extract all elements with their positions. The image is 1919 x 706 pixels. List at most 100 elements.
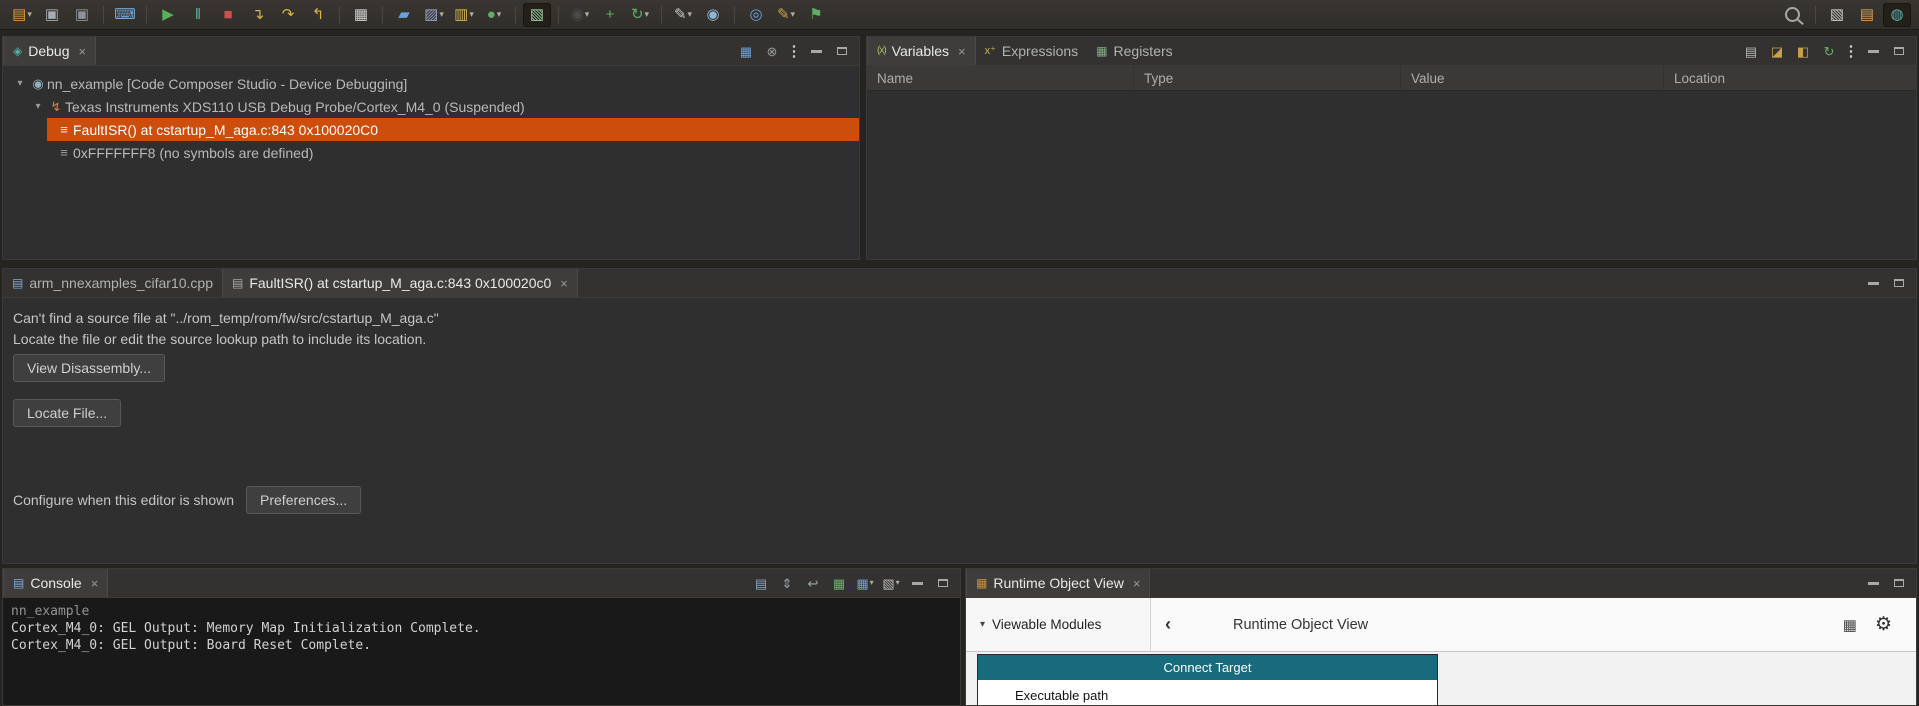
tab-editor-cifar10[interactable]: ▤ arm_nnexamples_cifar10.cpp [3,269,222,297]
step-into-icon[interactable]: ↴ [244,3,272,27]
tree-row-label: nn_example [Code Composer Studio - Devic… [47,75,408,92]
debug-perspective-icon[interactable]: ◍ [1883,2,1911,27]
maximize-icon[interactable] [830,40,854,62]
step-over-icon[interactable]: ↷ [274,3,302,27]
maximize-icon[interactable] [1887,272,1911,294]
flag-icon[interactable]: ⚑ [802,3,830,27]
chevron-down-icon: ▾ [869,578,874,587]
clear-console-icon[interactable]: ▦ [827,572,851,594]
display-console-icon[interactable]: ▦ ▾ [853,572,877,594]
tree-row-core[interactable]: ▾ ↯ Texas Instruments XDS110 USB Debug P… [3,95,859,118]
target-config-icon[interactable]: ▰ [390,3,418,27]
probe-icon[interactable]: ◉ ▾ [566,3,594,27]
tree-row-stack-frame-selected[interactable]: ≡ FaultISR() at cstartup_M_aga.c:843 0x1… [47,118,859,141]
preferences-button[interactable]: Preferences... [246,486,362,514]
pin-console-icon[interactable]: ▤ [749,572,773,594]
column-header-location[interactable]: Location [1664,66,1916,90]
tree-row-launch[interactable]: ▾ ◉ nn_example [Code Composer Studio - D… [3,72,859,95]
expand-arrow-icon[interactable]: ▾ [11,78,29,89]
tab-console[interactable]: ▤ Console × [3,569,109,597]
rov-header-icons: ▦ ⚙ [1843,613,1916,636]
expressions-icon: x⁺ [984,44,996,57]
tab-registers[interactable]: ▦ Registers [1087,37,1181,65]
debug-panel: ◈ Debug × ▦ ⊗ ⋮ ▾ ◉ nn_example [Code Comp… [2,36,860,260]
suspend-icon[interactable]: ‖ [184,3,212,27]
minimize-icon[interactable] [1861,272,1885,294]
open-console-icon[interactable]: ▧ ▾ [879,572,903,594]
minimize-icon[interactable] [1861,572,1885,594]
minimize-icon[interactable] [804,40,828,62]
terminate-icon[interactable]: ■ [214,3,242,27]
grid-view-icon[interactable]: ▦ [1843,616,1857,634]
close-icon[interactable]: × [91,576,99,591]
close-icon[interactable]: × [560,276,568,291]
tab-runtime-object-view[interactable]: ▦ Runtime Object View × [966,569,1151,597]
save-icon[interactable]: ▣ [38,3,66,27]
maximize-icon[interactable] [1887,40,1911,62]
terminal-icon[interactable]: ⌨ [111,3,139,27]
edit-perspective-icon[interactable]: ▤ [1853,3,1881,27]
profile-icon[interactable]: ● ▾ [480,3,508,27]
word-wrap-icon[interactable]: ↩ [801,572,825,594]
close-icon[interactable]: × [1133,576,1141,591]
resume-icon[interactable]: ▶ [154,3,182,27]
source-not-found-view: Can't find a source file at "../rom_temp… [3,298,1916,563]
toolbar-separator [1815,5,1816,24]
rov-row-executable-path[interactable]: Executable path [978,680,1437,705]
connect-target-icon[interactable]: ▧ [523,2,551,27]
tree-row-stack-frame[interactable]: ≡ 0xFFFFFFF8 (no symbols are defined) [47,141,859,164]
show-columns-icon[interactable]: ▤ [1739,40,1763,62]
console-output[interactable]: nn_example Cortex_M4_0: GEL Output: Memo… [3,598,960,705]
remove-terminated-icon[interactable]: ⊗ [760,40,784,62]
tab-debug[interactable]: ◈ Debug × [3,37,97,65]
minimize-icon[interactable] [1861,40,1885,62]
view-disassembly-button[interactable]: View Disassembly... [13,354,165,382]
tab-variables[interactable]: (x) Variables × [867,37,976,65]
open-perspective-icon[interactable]: ▧ [1823,3,1851,27]
close-icon[interactable]: × [79,44,87,59]
import-icon[interactable]: ◪ [1765,40,1789,62]
annotate-icon[interactable]: ✎ ▾ [772,3,800,27]
collapse-back-icon[interactable]: ‹ [1151,614,1185,635]
flash-icon[interactable]: ▨ ▾ [420,3,448,27]
memory-browser-icon[interactable]: ▥ ▾ [450,3,478,27]
toolbar-separator [339,5,340,24]
source-file-icon: ▤ [232,276,244,290]
minimize-icon[interactable] [905,572,929,594]
multicore-view-icon[interactable]: ▦ [734,40,758,62]
connect-target-button[interactable]: Connect Target [978,655,1437,680]
toolbar-separator [515,5,516,24]
view-grid-icon[interactable]: ▦ [347,3,375,27]
column-header-value[interactable]: Value [1401,66,1664,90]
variables-table-body [867,91,1916,259]
chevron-down-icon: ▾ [27,9,32,19]
trace-icon[interactable]: ✎ ▾ [669,3,697,27]
save-all-icon[interactable]: ▣ [68,3,96,27]
step-return-icon[interactable]: ↰ [304,3,332,27]
column-header-type[interactable]: Type [1134,66,1401,90]
camera-icon[interactable]: ◉ [699,3,727,27]
close-icon[interactable]: × [958,44,966,59]
core-info-icon[interactable]: ◎ [742,3,770,27]
maximize-icon[interactable] [1887,572,1911,594]
variables-toolbar-icons: ▤ ◪ ◧ ↻ [1739,40,1841,62]
new-file-icon[interactable]: ▤ ▾ [8,3,36,27]
locate-file-button[interactable]: Locate File... [13,399,122,427]
refresh-icon[interactable]: ↻ ▾ [626,3,654,27]
variables-tabbar: (x) Variables × x⁺ Expressions ▦ Registe… [867,37,1916,66]
export-icon[interactable]: ◧ [1791,40,1815,62]
search-icon[interactable] [1780,3,1808,27]
maximize-icon[interactable] [931,572,955,594]
column-header-name[interactable]: Name [867,66,1134,90]
tab-expressions[interactable]: x⁺ Expressions [976,37,1088,65]
tab-editor-faultisr[interactable]: ▤ FaultISR() at cstartup_M_aga.c:843 0x1… [222,269,578,297]
add-watch-icon[interactable]: + [596,3,624,27]
scroll-lock-icon[interactable]: ⇕ [775,572,799,594]
expand-arrow-icon[interactable]: ▾ [29,101,47,112]
view-menu-icon[interactable]: ⋮ [786,40,802,62]
gear-icon[interactable]: ⚙ [1875,613,1892,636]
refresh-icon[interactable]: ↻ [1817,40,1841,62]
viewable-modules-dropdown[interactable]: ▾ Viewable Modules [966,598,1151,651]
debug-probe-icon: ↯ [50,98,62,114]
view-menu-icon[interactable]: ⋮ [1843,40,1859,62]
